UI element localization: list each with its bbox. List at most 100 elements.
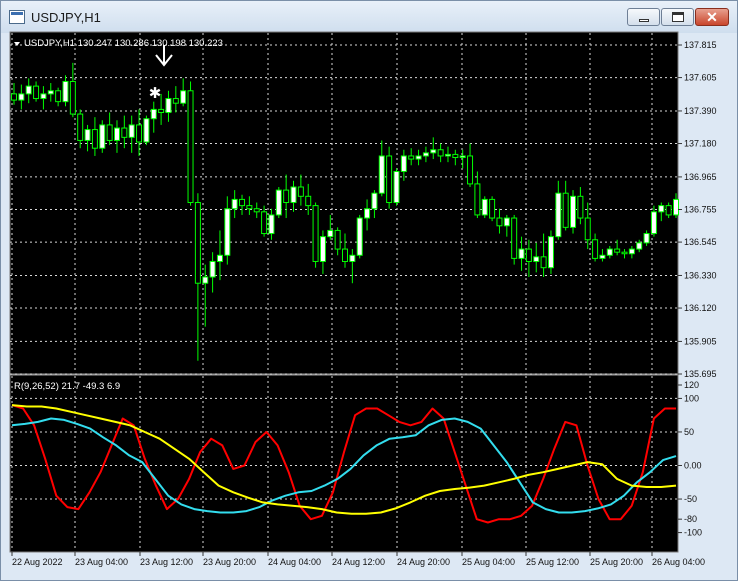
candle-body bbox=[342, 248, 348, 262]
candle-body bbox=[444, 153, 451, 157]
price-axis-label: 137.815 bbox=[684, 40, 717, 50]
candle-body bbox=[378, 155, 385, 194]
price-axis-label: 136.120 bbox=[684, 303, 717, 313]
candle-body bbox=[268, 214, 275, 235]
candle-body bbox=[18, 93, 25, 101]
time-axis-label: 25 Aug 04:00 bbox=[462, 557, 515, 567]
candle-body bbox=[187, 90, 194, 204]
chart-area[interactable]: 137.815 137.605 137.390 137.180 136.965 136.7… bbox=[0, 0, 738, 581]
candle-body bbox=[143, 118, 150, 143]
candle-body bbox=[636, 242, 643, 250]
candle-body bbox=[33, 85, 40, 100]
candle-body bbox=[216, 254, 223, 262]
candle-body bbox=[452, 153, 459, 159]
candle-body bbox=[503, 217, 510, 227]
indicator-axis-label: 50 bbox=[684, 427, 694, 437]
time-axis-label: 24 Aug 12:00 bbox=[332, 557, 385, 567]
candle-body bbox=[400, 155, 407, 172]
candle-body bbox=[621, 251, 628, 255]
price-chart-header: USDJPY,H1 130.247 130.286 130.198 130.22… bbox=[24, 38, 223, 49]
candle-body bbox=[430, 149, 437, 154]
candle-body bbox=[415, 155, 422, 160]
price-axis-label: 135.905 bbox=[684, 336, 717, 346]
price-axis-label: 137.605 bbox=[684, 73, 717, 83]
candle-body bbox=[224, 208, 231, 256]
candle-body bbox=[312, 205, 319, 262]
candle-body bbox=[349, 254, 356, 262]
candle-body bbox=[150, 108, 157, 120]
indicator-axis-label: 0.00 bbox=[684, 461, 702, 471]
candle-body bbox=[481, 198, 488, 216]
candle-body bbox=[547, 236, 554, 269]
candle-body bbox=[84, 129, 91, 141]
candle-body bbox=[158, 108, 165, 114]
candle-body bbox=[165, 98, 172, 114]
candle-body bbox=[592, 239, 599, 259]
candle-body bbox=[246, 205, 253, 210]
candle-body bbox=[297, 186, 304, 197]
candle-body bbox=[319, 236, 326, 262]
time-axis-label: 24 Aug 20:00 bbox=[397, 557, 450, 567]
candle-body bbox=[496, 217, 503, 227]
candle-body bbox=[69, 80, 76, 115]
candle-body bbox=[275, 189, 282, 216]
candle-body bbox=[474, 183, 481, 216]
candle-body bbox=[283, 189, 290, 204]
candle-body bbox=[194, 202, 201, 284]
candle-body bbox=[113, 127, 120, 141]
candle-body bbox=[40, 93, 47, 100]
candle-body bbox=[99, 124, 106, 149]
candle-body bbox=[422, 152, 429, 157]
candle-body bbox=[261, 211, 268, 235]
candle-body bbox=[511, 217, 518, 259]
candle-body bbox=[570, 195, 577, 228]
candle-body bbox=[577, 195, 584, 219]
candle-body bbox=[136, 124, 143, 143]
indicator-axis: 120 100 50 0.00 -50 -80 -100 bbox=[678, 380, 702, 538]
price-axis-label: 135.695 bbox=[684, 369, 717, 379]
price-axis-label: 137.390 bbox=[684, 106, 717, 116]
candle-body bbox=[209, 260, 216, 278]
price-axis-label: 136.755 bbox=[684, 205, 717, 215]
time-axis-label: 23 Aug 20:00 bbox=[203, 557, 256, 567]
candle-body bbox=[393, 170, 400, 204]
candle-body bbox=[77, 113, 84, 141]
candle-body bbox=[180, 90, 187, 104]
candle-body bbox=[650, 211, 657, 235]
indicator-axis-label: -80 bbox=[684, 514, 697, 524]
candle-body bbox=[25, 85, 32, 95]
star-marker-icon: ✱ bbox=[149, 85, 162, 102]
candle-body bbox=[489, 198, 496, 219]
candle-body bbox=[533, 256, 540, 262]
candle-body bbox=[91, 129, 98, 149]
candle-body bbox=[356, 217, 363, 256]
candle-body bbox=[673, 198, 679, 216]
indicator-axis-label: -100 bbox=[684, 528, 702, 538]
candle-body bbox=[172, 98, 179, 104]
indicator-axis-label: 120 bbox=[684, 380, 699, 390]
candle-body bbox=[62, 80, 69, 103]
candle-body bbox=[614, 248, 621, 253]
time-axis-label: 25 Aug 20:00 bbox=[590, 557, 643, 567]
candle-body bbox=[371, 192, 378, 210]
candle-body bbox=[606, 248, 613, 256]
candle-body bbox=[437, 149, 444, 157]
time-axis-label: 23 Aug 04:00 bbox=[75, 557, 128, 567]
candle-body bbox=[665, 205, 672, 216]
candle-body bbox=[239, 198, 246, 207]
price-axis-label: 136.330 bbox=[684, 270, 717, 280]
time-axis-label: 26 Aug 04:00 bbox=[652, 557, 705, 567]
candle-body bbox=[253, 208, 260, 213]
candle-body bbox=[290, 186, 297, 204]
price-axis-label: 137.180 bbox=[684, 139, 717, 149]
candle-body bbox=[584, 217, 591, 241]
candle-body bbox=[408, 155, 415, 160]
candle-body bbox=[128, 124, 135, 138]
candle-body bbox=[55, 90, 62, 103]
candle-body bbox=[364, 208, 371, 219]
time-axis-label: 23 Aug 12:00 bbox=[140, 557, 193, 567]
time-axis: 22 Aug 2022 23 Aug 04:00 23 Aug 12:00 23 Au… bbox=[11, 552, 705, 567]
candle-body bbox=[327, 229, 334, 238]
candle-body bbox=[11, 93, 17, 101]
price-axis-label: 136.965 bbox=[684, 172, 717, 182]
